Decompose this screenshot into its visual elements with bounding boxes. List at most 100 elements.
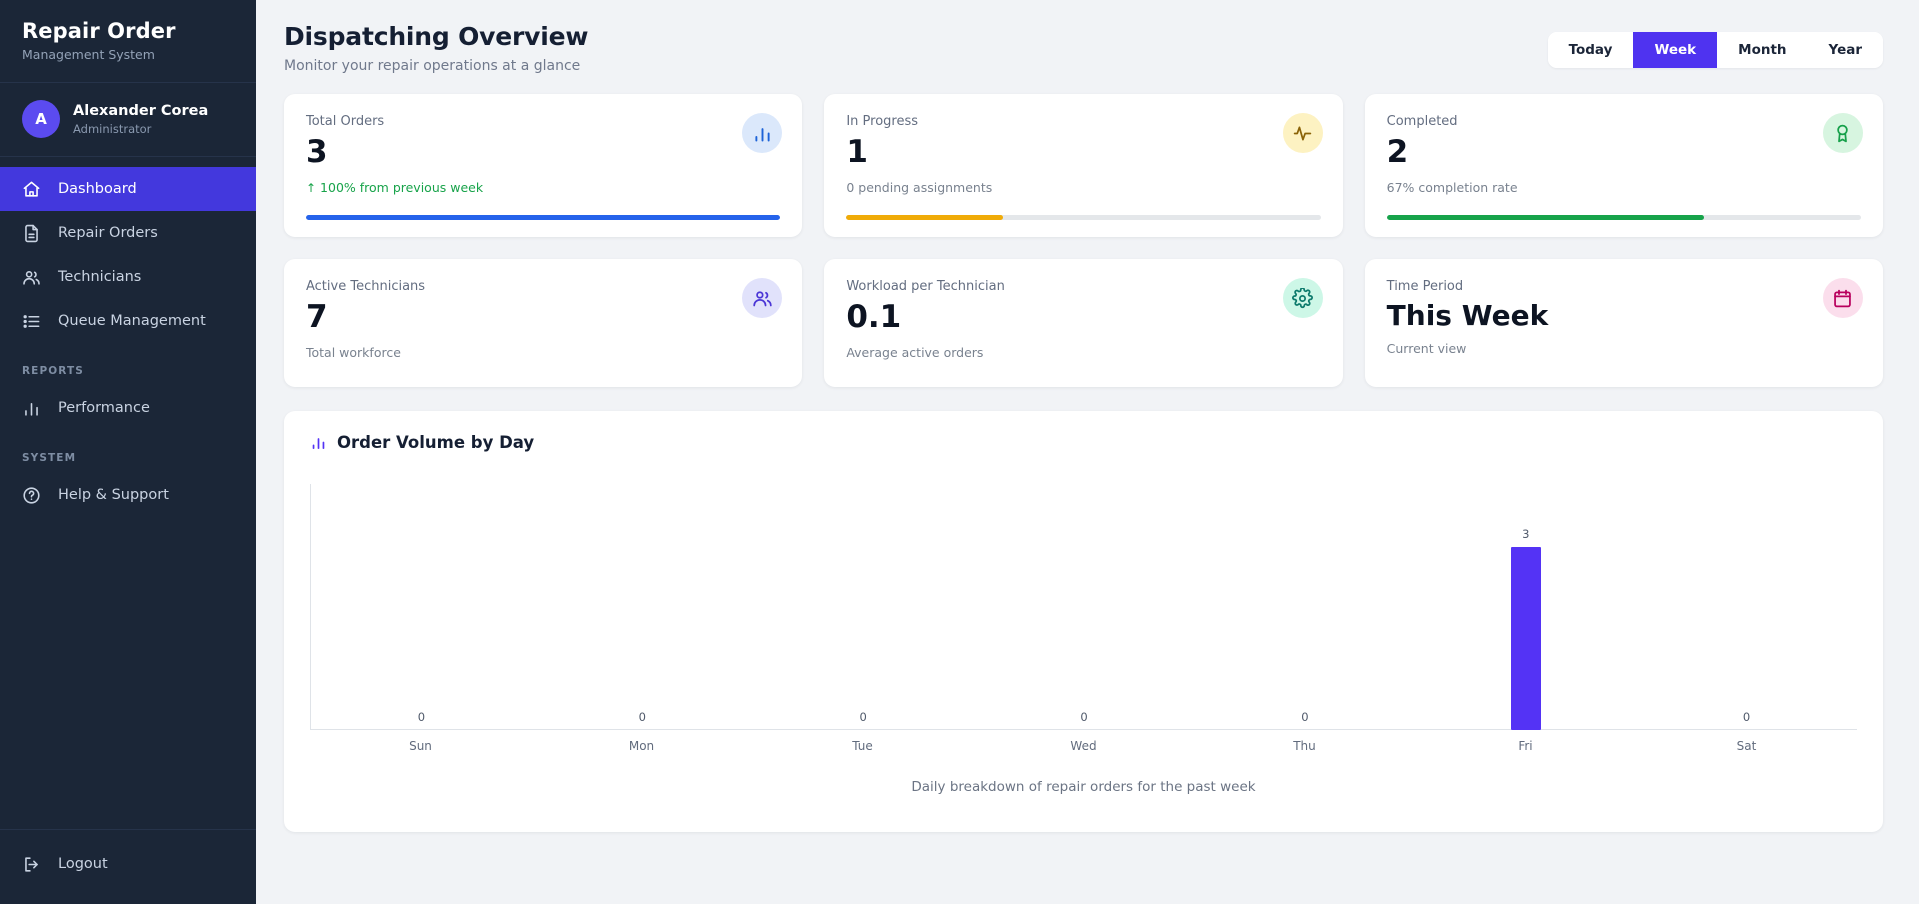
bar-value-label: 0 xyxy=(1301,710,1309,724)
sidebar-nav: Dashboard Repair Orders Technicians Queu… xyxy=(0,157,256,829)
bar-value-label: 0 xyxy=(859,710,867,724)
kpi-card-total-orders[interactable]: Total Orders 3 ↑ 100% from previous week xyxy=(284,94,803,237)
main-content: Dispatching Overview Monitor your repair… xyxy=(256,0,1919,904)
x-tick-label: Tue xyxy=(852,739,873,753)
kpi-label: Completed xyxy=(1386,114,1458,129)
kpi-label: Active Technicians xyxy=(306,279,426,294)
kpi-value: 0.1 xyxy=(846,299,902,335)
kpi-icon-wrap xyxy=(1822,278,1863,318)
kpi-progress-fill xyxy=(306,215,781,220)
kpi-value: 1 xyxy=(846,134,868,170)
kpi-value: 2 xyxy=(1386,134,1409,170)
logout-icon xyxy=(22,855,41,874)
kpi-note: Current view xyxy=(1386,341,1467,357)
x-tick-label: Fri xyxy=(1518,739,1533,753)
range-button-month[interactable]: Month xyxy=(1717,32,1808,68)
sidebar-footer: Logout xyxy=(0,829,256,904)
x-tick-label: Sat xyxy=(1736,739,1757,753)
sidebar-item-repair-orders[interactable]: Repair Orders xyxy=(0,211,256,255)
users-icon xyxy=(22,268,41,287)
sidebar-item-dashboard[interactable]: Dashboard xyxy=(0,167,256,212)
order-volume-chart: 0 0 0 0 0 3 0 xyxy=(310,484,1857,730)
chart-bar-fri[interactable]: 3 xyxy=(1415,484,1636,730)
kpi-label: Total Orders xyxy=(306,114,385,129)
chart-bar-mon[interactable]: 0 xyxy=(532,484,753,730)
chart-bar-thu[interactable]: 0 xyxy=(1194,484,1415,730)
bar-rect xyxy=(1510,547,1541,730)
sidebar-section-system: SYSTEM xyxy=(22,452,77,465)
bar-chart-icon xyxy=(22,399,41,418)
kpi-card-active-technicians[interactable]: Active Technicians 7 Total workforce xyxy=(284,259,803,387)
page-title: Dispatching Overview xyxy=(284,22,589,51)
sidebar-item-technicians[interactable]: Technicians xyxy=(0,255,256,299)
app-root: Repair Order Management System A Alexand… xyxy=(0,0,1919,904)
x-tick-label: Wed xyxy=(1070,739,1097,753)
kpi-note: 67% completion rate xyxy=(1386,179,1518,195)
range-button-year[interactable]: Year xyxy=(1807,32,1883,68)
kpi-label: Time Period xyxy=(1386,279,1464,294)
range-button-week[interactable]: Week xyxy=(1633,32,1718,68)
panel-header: Order Volume by Day xyxy=(310,433,1857,452)
help-circle-icon xyxy=(22,486,41,505)
sidebar-item-label: Performance xyxy=(58,400,150,417)
chart-bar-wed[interactable]: 0 xyxy=(974,484,1195,730)
users-icon xyxy=(752,288,773,309)
calendar-icon xyxy=(1832,288,1853,309)
page-header: Dispatching Overview Monitor your repair… xyxy=(256,0,1919,74)
sidebar-item-queue-management[interactable]: Queue Management xyxy=(0,299,256,343)
chart-x-axis-labels: Sun Mon Tue Wed Thu Fri Sat xyxy=(310,739,1857,753)
kpi-icon-wrap xyxy=(1822,113,1863,153)
logout-label: Logout xyxy=(58,856,108,872)
user-profile[interactable]: A Alexander Corea Administrator xyxy=(0,83,256,158)
sidebar: Repair Order Management System A Alexand… xyxy=(0,0,256,904)
kpi-card-completed[interactable]: Completed 2 67% completion rate xyxy=(1364,94,1883,237)
document-icon xyxy=(22,224,41,243)
x-tick-label: Sun xyxy=(409,739,432,753)
user-name: Alexander Corea xyxy=(73,103,209,120)
kpi-value: 3 xyxy=(306,134,328,170)
kpi-card-in-progress[interactable]: In Progress 1 0 pending assignments xyxy=(824,94,1343,237)
logout-button[interactable]: Logout xyxy=(0,842,256,886)
brand-title: Repair Order xyxy=(22,19,176,43)
award-icon xyxy=(1832,123,1853,144)
kpi-label: In Progress xyxy=(846,114,919,129)
chart-bar-sat[interactable]: 0 xyxy=(1636,484,1857,730)
x-tick-label: Mon xyxy=(628,739,655,753)
kpi-note: Average active orders xyxy=(846,344,984,360)
chart-bar-sun[interactable]: 0 xyxy=(311,484,532,730)
kpi-value: 7 xyxy=(306,299,328,335)
chart-bar-tue[interactable]: 0 xyxy=(753,484,974,730)
activity-icon xyxy=(1292,123,1313,144)
bar-chart-icon xyxy=(310,434,327,451)
bar-value-label: 0 xyxy=(1080,710,1088,724)
kpi-label: Workload per Technician xyxy=(846,279,1005,294)
kpi-progress-fill xyxy=(1386,215,1705,220)
bar-value-label: 3 xyxy=(1522,527,1530,541)
sidebar-item-help-support[interactable]: Help & Support xyxy=(0,473,256,517)
avatar: A xyxy=(22,100,60,139)
sidebar-item-label: Technicians xyxy=(58,269,142,286)
kpi-card-grid: Total Orders 3 ↑ 100% from previous week xyxy=(256,74,1919,387)
sidebar-section-reports: REPORTS xyxy=(22,365,84,378)
kpi-note: Total workforce xyxy=(306,344,401,360)
kpi-card-workload-per-technician[interactable]: Workload per Technician 0.1 Average acti… xyxy=(824,259,1343,387)
kpi-progress-fill xyxy=(846,215,1003,220)
chart-footer-note: Daily breakdown of repair orders for the… xyxy=(911,779,1256,795)
brand: Repair Order Management System xyxy=(0,0,256,84)
kpi-progress-track xyxy=(846,215,1321,220)
time-range-toggle: Today Week Month Year xyxy=(1547,32,1883,68)
brand-subtitle: Management System xyxy=(22,47,155,63)
kpi-icon-wrap xyxy=(1282,278,1323,318)
kpi-progress-track xyxy=(306,215,781,220)
range-button-today[interactable]: Today xyxy=(1547,32,1634,68)
kpi-progress-track xyxy=(1386,215,1861,220)
bar-value-label: 0 xyxy=(638,710,646,724)
sidebar-item-label: Help & Support xyxy=(58,487,169,504)
sidebar-item-performance[interactable]: Performance xyxy=(0,386,256,430)
page-subtitle: Monitor your repair operations at a glan… xyxy=(284,58,581,74)
kpi-card-time-period[interactable]: Time Period This Week Current view xyxy=(1364,259,1883,387)
trend-up-icon: ↑ xyxy=(306,180,317,195)
list-icon xyxy=(22,312,41,331)
kpi-note-text: 100% from previous week xyxy=(320,179,484,195)
sidebar-item-label: Queue Management xyxy=(58,313,206,330)
